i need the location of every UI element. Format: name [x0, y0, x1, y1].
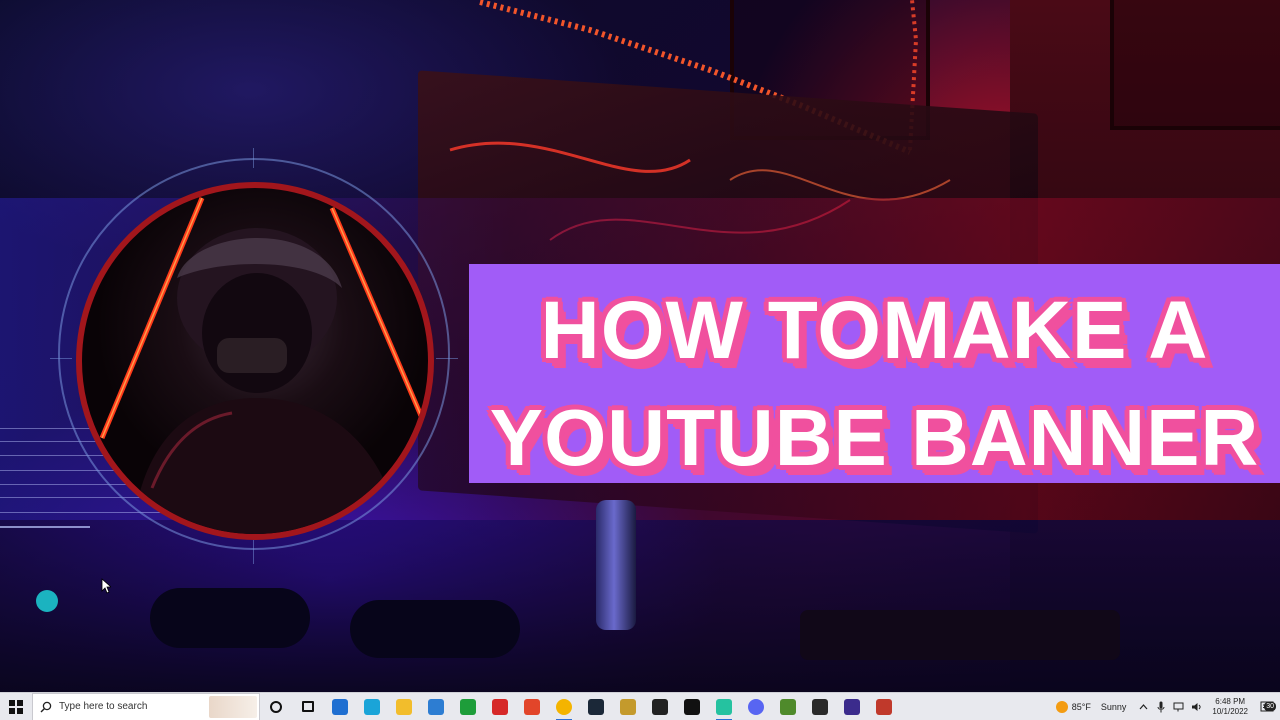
chevron-up-icon[interactable] [1136, 703, 1150, 710]
taskbar: Type here to search 85°F Sunny 6:48 PM 1… [0, 692, 1280, 720]
cortana-icon [270, 700, 282, 713]
green-app-icon [716, 698, 732, 715]
epic-games-icon [812, 698, 828, 715]
taskbar-pinned-apps [260, 693, 900, 720]
avatar-graphic [50, 148, 458, 564]
roblox-icon [652, 698, 668, 715]
taskbar-app-roblox[interactable] [644, 693, 676, 720]
taskbar-search-box[interactable]: Type here to search [32, 692, 260, 720]
minecraft-icon [780, 698, 796, 715]
taskbar-app-cortana[interactable] [260, 693, 292, 720]
avatar-photo [76, 182, 434, 540]
edge-icon [364, 698, 380, 715]
taskbar-app-video-app[interactable] [868, 693, 900, 720]
title-line-2: YOUTUBE BANNER [489, 393, 1260, 482]
store-icon [428, 698, 444, 715]
notification-count: 30 [1264, 701, 1276, 711]
search-icon [33, 701, 59, 713]
wall-frame-right [1110, 0, 1280, 130]
xbox-icon [460, 698, 476, 715]
red-app-icon [492, 698, 508, 715]
taskbar-app-task-view[interactable] [292, 693, 324, 720]
sun-icon [1055, 700, 1068, 713]
volume-icon[interactable] [1190, 702, 1204, 712]
network-icon[interactable] [1172, 702, 1186, 712]
desktop-wallpaper: HOW TOMAKE A YOUTUBE BANNER [0, 0, 1280, 692]
taskbar-app-steam[interactable] [580, 693, 612, 720]
video-app-icon [876, 698, 892, 715]
amazon-games-icon [844, 698, 860, 715]
search-highlight-image [209, 695, 257, 718]
file-explorer-icon [396, 698, 412, 715]
weather-temp: 85°F [1071, 701, 1091, 712]
taskbar-app-amazon-games[interactable] [836, 693, 868, 720]
taskbar-app-tiktok[interactable] [676, 693, 708, 720]
taskbar-app-mail[interactable] [324, 693, 356, 720]
taskbar-app-edge[interactable] [356, 693, 388, 720]
ring-tick [253, 148, 254, 168]
windows-logo-icon [9, 699, 23, 714]
game-app-icon [620, 698, 636, 715]
keyboard-silhouette [800, 610, 1120, 660]
mouse-pointer-icon [101, 578, 111, 594]
game-controller-left [150, 588, 310, 648]
ring-tick [436, 358, 458, 359]
taskbar-app-xbox[interactable] [452, 693, 484, 720]
tiktok-icon [684, 698, 700, 715]
discord-icon [748, 698, 764, 715]
microphone-icon[interactable] [1154, 701, 1168, 713]
cursor-highlight-dot [36, 590, 58, 612]
ring-tick [253, 540, 254, 564]
notifications-button[interactable]: 30 [1254, 701, 1280, 713]
taskbar-clock[interactable]: 6:48 PM 10/1/2022 [1206, 697, 1254, 717]
taskbar-app-store[interactable] [420, 693, 452, 720]
office-icon [524, 698, 540, 715]
weather-condition: Sunny [1100, 701, 1127, 712]
taskbar-app-file-explorer[interactable] [388, 693, 420, 720]
task-view-icon [302, 701, 314, 712]
video-title-card: HOW TOMAKE A YOUTUBE BANNER [469, 264, 1280, 483]
ring-tick [50, 358, 72, 359]
clock-date: 10/1/2022 [1212, 706, 1248, 716]
chrome-icon [556, 698, 572, 715]
search-placeholder: Type here to search [59, 701, 148, 712]
title-line-1: HOW TOMAKE A [540, 285, 1209, 376]
taskbar-app-discord[interactable] [740, 693, 772, 720]
system-tray: 85°F Sunny 6:48 PM 10/1/2022 30 [1048, 693, 1280, 720]
taskbar-app-green-app[interactable] [708, 693, 740, 720]
steam-icon [588, 698, 604, 715]
game-controller-right [350, 600, 520, 658]
taskbar-app-chrome[interactable] [548, 693, 580, 720]
weather-widget[interactable]: 85°F Sunny [1048, 700, 1135, 713]
monitor-stand [596, 500, 636, 630]
clock-time: 6:48 PM [1215, 696, 1246, 706]
taskbar-app-office[interactable] [516, 693, 548, 720]
taskbar-app-game-app[interactable] [612, 693, 644, 720]
start-button[interactable] [0, 693, 32, 720]
mail-icon [332, 698, 348, 715]
taskbar-app-red-app[interactable] [484, 693, 516, 720]
taskbar-app-minecraft[interactable] [772, 693, 804, 720]
neon-triangle-person-image [99, 197, 425, 534]
taskbar-app-epic-games[interactable] [804, 693, 836, 720]
